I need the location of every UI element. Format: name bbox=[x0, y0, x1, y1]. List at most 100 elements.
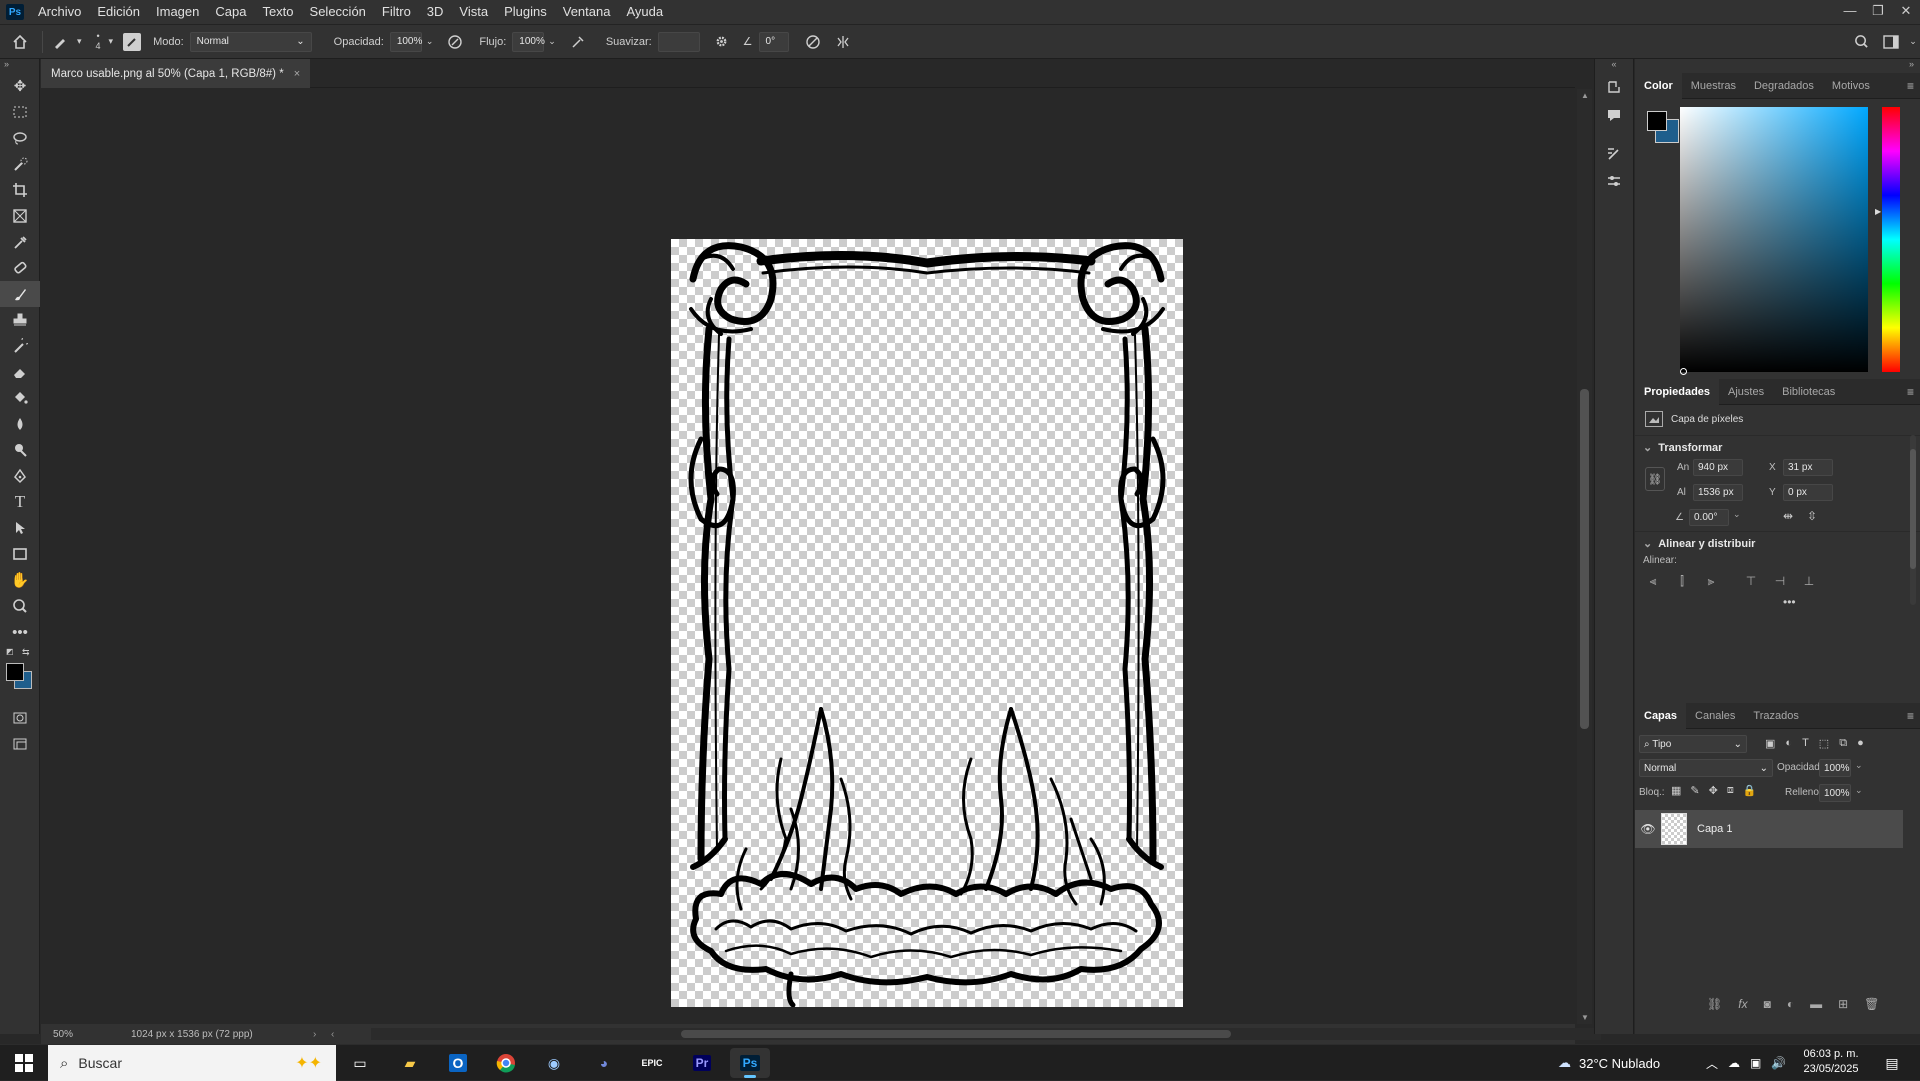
chevron-down-icon[interactable]: ▾ bbox=[109, 36, 114, 47]
layer-opacity-input[interactable]: 100% bbox=[1819, 759, 1851, 777]
hue-slider[interactable] bbox=[1882, 107, 1900, 372]
flip-horizontal-icon[interactable]: ⇹ bbox=[1783, 509, 1793, 523]
y-input[interactable]: 0 px bbox=[1783, 484, 1833, 501]
menu-imagen[interactable]: Imagen bbox=[148, 0, 207, 24]
document-tab[interactable]: Marco usable.png al 50% (Capa 1, RGB/8#)… bbox=[41, 59, 311, 88]
filter-adjustment-icon[interactable]: ◐ bbox=[1785, 737, 1792, 750]
collapse-icon[interactable]: » bbox=[1635, 59, 1920, 73]
document-canvas[interactable] bbox=[671, 239, 1183, 1008]
history-brush-tool-icon[interactable] bbox=[0, 333, 40, 359]
chevron-down-icon[interactable]: ⌄ bbox=[1855, 785, 1863, 796]
restore-button[interactable]: ❐ bbox=[1864, 0, 1892, 24]
tab-propiedades[interactable]: Propiedades bbox=[1635, 378, 1720, 405]
menu-ventana[interactable]: Ventana bbox=[555, 0, 619, 24]
task-view-icon[interactable]: ▭ bbox=[340, 1048, 380, 1078]
collapse-icon[interactable]: « bbox=[1595, 59, 1633, 73]
lock-position-icon[interactable]: ✥ bbox=[1709, 784, 1718, 797]
volume-icon[interactable]: 🔊 bbox=[1771, 1056, 1786, 1070]
marquee-tool-icon[interactable] bbox=[0, 99, 40, 125]
file-explorer-icon[interactable]: ▰ bbox=[390, 1048, 430, 1078]
visibility-eye-icon[interactable]: 👁 bbox=[1635, 822, 1661, 836]
menu-filtro[interactable]: Filtro bbox=[374, 0, 419, 24]
menu-archivo[interactable]: Archivo bbox=[30, 0, 89, 24]
zoom-tool-icon[interactable] bbox=[0, 593, 40, 619]
chevron-up-icon[interactable]: ︿ bbox=[1706, 1055, 1718, 1072]
screen-mode-icon[interactable] bbox=[0, 731, 40, 757]
delete-layer-icon[interactable]: 🗑 bbox=[1864, 997, 1879, 1011]
color-field[interactable] bbox=[1680, 107, 1868, 372]
tab-ajustes[interactable]: Ajustes bbox=[1719, 379, 1773, 405]
windows-start-icon[interactable] bbox=[4, 1048, 44, 1078]
filter-toggle-icon[interactable]: ● bbox=[1857, 737, 1864, 750]
vertical-scrollbar[interactable]: ▲ ▼ bbox=[1577, 89, 1592, 1024]
lock-transparency-icon[interactable]: ▦ bbox=[1671, 784, 1681, 797]
swap-colors-icon[interactable]: ⇆ bbox=[22, 647, 30, 658]
tab-degradados[interactable]: Degradados bbox=[1745, 73, 1823, 99]
eyedropper-tool-icon[interactable] bbox=[0, 229, 40, 255]
zoom-level[interactable]: 50% bbox=[41, 1029, 101, 1040]
properties-scrollbar[interactable] bbox=[1910, 435, 1916, 605]
lasso-tool-icon[interactable] bbox=[0, 125, 40, 151]
align-center-h-icon[interactable]: ⫿ bbox=[1672, 571, 1692, 591]
tab-muestras[interactable]: Muestras bbox=[1682, 73, 1745, 99]
new-group-icon[interactable]: ▬ bbox=[1810, 997, 1822, 1011]
airbrush-icon[interactable] bbox=[570, 34, 586, 50]
new-layer-icon[interactable]: ⊞ bbox=[1838, 997, 1848, 1011]
frame-tool-icon[interactable] bbox=[0, 203, 40, 229]
home-icon[interactable] bbox=[0, 34, 40, 50]
panel-menu-icon[interactable]: ≡ bbox=[1907, 79, 1914, 93]
menu-texto[interactable]: Texto bbox=[254, 0, 301, 24]
steam-icon[interactable]: ◉ bbox=[534, 1048, 574, 1078]
brush-settings-icon[interactable] bbox=[123, 32, 142, 51]
transform-section-header[interactable]: ⌄ Transformar bbox=[1643, 441, 1722, 455]
path-selection-tool-icon[interactable] bbox=[0, 515, 40, 541]
taskbar-search[interactable]: ⌕ Buscar ✦✦ bbox=[48, 1045, 336, 1081]
quick-select-tool-icon[interactable] bbox=[0, 151, 40, 177]
align-section-header[interactable]: ⌄ Alinear y distribuir bbox=[1643, 537, 1755, 551]
chevron-left-icon[interactable]: ‹ bbox=[331, 1029, 334, 1040]
width-input[interactable]: 940 px bbox=[1693, 459, 1743, 476]
photoshop-taskbar-icon[interactable]: Ps bbox=[730, 1048, 770, 1078]
tab-color[interactable]: Color bbox=[1635, 72, 1682, 99]
blur-tool-icon[interactable] bbox=[0, 411, 40, 437]
quick-mask-icon[interactable] bbox=[0, 705, 40, 731]
mode-select[interactable]: Normal ⌄ bbox=[189, 31, 312, 52]
network-icon[interactable]: ▣ bbox=[1750, 1056, 1761, 1070]
layer-filter-select[interactable]: ⌕ Tipo ⌄ bbox=[1639, 735, 1747, 753]
align-top-icon[interactable]: ⊤ bbox=[1741, 571, 1761, 591]
chevron-right-icon[interactable]: › bbox=[313, 1029, 316, 1040]
panel-menu-icon[interactable]: ≡ bbox=[1907, 709, 1914, 723]
tab-bibliotecas[interactable]: Bibliotecas bbox=[1773, 379, 1844, 405]
menu-capa[interactable]: Capa bbox=[207, 0, 254, 24]
hand-tool-icon[interactable]: ✋ bbox=[0, 567, 40, 593]
link-dimensions-icon[interactable]: ⛓ bbox=[1645, 467, 1665, 491]
chevron-down-icon[interactable]: ⌄ bbox=[1855, 760, 1863, 771]
paint-bucket-tool-icon[interactable] bbox=[0, 385, 40, 411]
panel-menu-icon[interactable]: ≡ bbox=[1907, 385, 1914, 399]
collapse-icon[interactable]: » bbox=[0, 59, 39, 73]
hue-slider-marker-icon[interactable]: ▶ bbox=[1875, 207, 1881, 216]
type-tool-icon[interactable]: T bbox=[0, 489, 40, 515]
more-options-icon[interactable]: ••• bbox=[1783, 595, 1796, 609]
scroll-down-icon[interactable]: ▼ bbox=[1581, 1013, 1589, 1022]
notifications-icon[interactable]: ▤ bbox=[1872, 1048, 1912, 1078]
tab-canales[interactable]: Canales bbox=[1686, 703, 1744, 729]
tab-capas[interactable]: Capas bbox=[1635, 702, 1687, 729]
x-input[interactable]: 31 px bbox=[1783, 459, 1833, 476]
horizontal-scrollbar[interactable] bbox=[371, 1028, 1601, 1040]
rectangle-tool-icon[interactable] bbox=[0, 541, 40, 567]
align-bottom-icon[interactable]: ⊥ bbox=[1799, 571, 1819, 591]
tab-motivos[interactable]: Motivos bbox=[1823, 73, 1879, 99]
layer-row[interactable]: 👁 Capa 1 bbox=[1635, 810, 1903, 848]
align-left-icon[interactable]: ⫷ bbox=[1643, 571, 1663, 591]
menu-3d[interactable]: 3D bbox=[419, 0, 452, 24]
healing-brush-tool-icon[interactable] bbox=[0, 255, 40, 281]
filter-smart-object-icon[interactable]: ⧉ bbox=[1839, 737, 1847, 750]
menu-ayuda[interactable]: Ayuda bbox=[618, 0, 671, 24]
rotation-input[interactable]: 0.00° bbox=[1689, 509, 1729, 526]
adjustments-panel-icon[interactable] bbox=[1595, 167, 1633, 195]
menu-vista[interactable]: Vista bbox=[451, 0, 496, 24]
clock[interactable]: 06:03 p. m. 23/05/2025 bbox=[1800, 1047, 1862, 1077]
filter-type-icon[interactable]: T bbox=[1802, 737, 1809, 750]
color-picker-marker[interactable] bbox=[1680, 368, 1687, 375]
